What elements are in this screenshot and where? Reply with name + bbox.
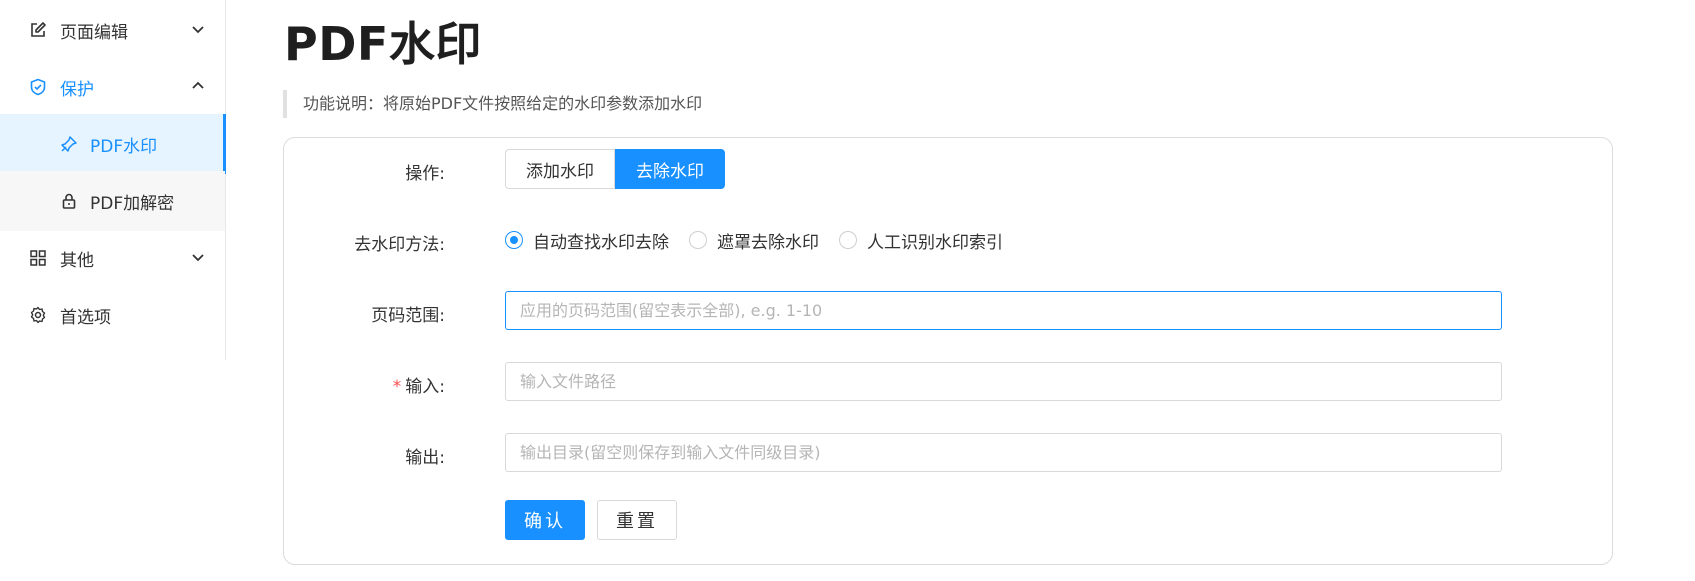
sidebar: 页面编辑 保护 PDF水印 PDF加解密 其他 首选项	[0, 0, 226, 360]
output-dir-field[interactable]	[505, 433, 1502, 472]
page-range-input[interactable]	[505, 291, 1502, 330]
reset-button[interactable]: 重置	[597, 500, 677, 540]
radio-mask-remove[interactable]: 遮罩去除水印	[689, 228, 819, 253]
confirm-button[interactable]: 确认	[505, 500, 585, 540]
lock-icon	[60, 192, 78, 210]
gear-icon	[29, 306, 47, 324]
input-label-text: 输入:	[405, 377, 445, 397]
method-radio-group: 自动查找水印去除 遮罩去除水印 人工识别水印索引	[505, 228, 1023, 253]
radio-label: 遮罩去除水印	[717, 232, 819, 253]
radio-label: 人工识别水印索引	[867, 232, 1003, 253]
input-label: * 输入:	[245, 372, 445, 397]
input-path-field[interactable]	[505, 362, 1502, 401]
shield-icon	[29, 78, 47, 96]
operation-label: 操作:	[405, 164, 445, 184]
radio-unchecked-icon[interactable]	[689, 231, 707, 249]
grid-icon	[29, 249, 47, 267]
required-mark: *	[392, 377, 402, 397]
radio-manual-index[interactable]: 人工识别水印索引	[839, 228, 1003, 253]
operation-segmented: 添加水印 去除水印	[505, 149, 725, 189]
chevron-down-icon	[191, 250, 205, 264]
output-label: 输出:	[405, 448, 445, 468]
sidebar-item-label: 页面编辑	[60, 23, 128, 43]
form-card	[283, 137, 1613, 565]
sidebar-item-label: 保护	[60, 80, 94, 100]
sidebar-item-pdf-encrypt[interactable]: PDF加解密	[0, 171, 225, 231]
sidebar-item-page-edit[interactable]: 页面编辑	[0, 0, 225, 60]
chevron-down-icon	[191, 22, 205, 36]
sidebar-item-label: PDF水印	[90, 137, 158, 157]
sidebar-item-protect[interactable]: 保护	[0, 57, 225, 117]
remove-watermark-button[interactable]: 去除水印	[615, 149, 725, 189]
feature-description: 功能说明：将原始PDF文件按照给定的水印参数添加水印	[283, 90, 702, 118]
sidebar-item-preferences[interactable]: 首选项	[0, 285, 225, 345]
method-label: 去水印方法:	[354, 235, 445, 255]
page-title: PDF水印	[284, 17, 482, 71]
edit-icon	[29, 21, 47, 39]
sidebar-item-other[interactable]: 其他	[0, 228, 225, 288]
sidebar-item-label: 首选项	[60, 308, 111, 328]
add-watermark-button[interactable]: 添加水印	[505, 149, 615, 189]
page-range-label: 页码范围:	[371, 306, 445, 326]
radio-unchecked-icon[interactable]	[839, 231, 857, 249]
sidebar-item-label: 其他	[60, 251, 94, 271]
radio-auto-find[interactable]: 自动查找水印去除	[505, 228, 669, 253]
radio-label: 自动查找水印去除	[533, 232, 669, 253]
sidebar-item-label: PDF加解密	[90, 194, 175, 214]
chevron-up-icon	[191, 79, 205, 93]
radio-checked-icon[interactable]	[505, 231, 523, 249]
sidebar-item-pdf-watermark[interactable]: PDF水印	[0, 114, 226, 174]
stamp-icon	[60, 135, 78, 153]
